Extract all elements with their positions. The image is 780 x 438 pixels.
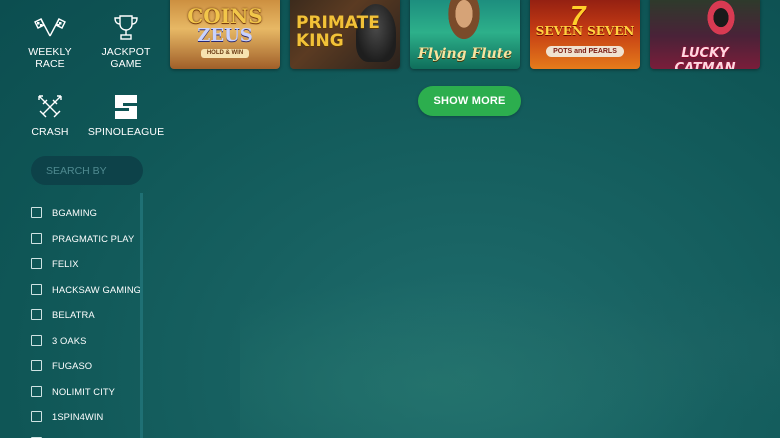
game-tag: POTS and PEARLS [546, 46, 624, 57]
provider-list: BGAMING PRAGMATIC PLAY FELIX HACKSAW GAM… [31, 200, 141, 438]
provider-label: BELATRA [52, 309, 95, 321]
provider-label: 1SPIN4WIN [52, 411, 104, 423]
game-subtitle: ZEUS [197, 25, 253, 46]
provider-search-input[interactable] [31, 156, 143, 185]
checkbox[interactable] [31, 360, 42, 372]
promo-weekly-race[interactable]: WEEKLY RACE [10, 12, 90, 70]
promo-label: SPINOLEAGUE [87, 126, 165, 138]
checkbox[interactable] [31, 334, 42, 346]
cat-artwork [700, 0, 742, 44]
provider-label: BGAMING [52, 207, 97, 219]
promo-label: CRASH [31, 126, 69, 138]
checkbox[interactable] [31, 207, 42, 219]
provider-label: FELIX [52, 258, 79, 270]
provider-label: PRAGMATIC PLAY [52, 232, 135, 244]
checkbox[interactable] [31, 232, 42, 244]
sidebar: WEEKLY RACE JACKPOT GAME CRASH SPINOLEAG… [0, 0, 164, 438]
game-tile-primate-king[interactable]: PRIMATE KING [290, 0, 400, 69]
game-tile-lucky-catman[interactable]: LUCKY CATMAN [650, 0, 760, 69]
provider-item-1spin4win[interactable]: 1SPIN4WIN [31, 404, 141, 430]
provider-item-bgaming[interactable]: BGAMING [31, 200, 141, 226]
provider-label: HACKSAW GAMING [52, 283, 141, 295]
game-tag: HOLD & WIN [201, 49, 249, 58]
game-title: SEVEN SEVEN [535, 24, 635, 38]
checkbox[interactable] [31, 411, 42, 423]
checkbox[interactable] [31, 283, 42, 295]
show-more-button[interactable]: SHOW MORE [418, 86, 521, 116]
checkered-flags-icon [10, 12, 90, 42]
game-title: PRIMATE KING [296, 13, 380, 51]
provider-label: NOLIMIT CITY [52, 385, 116, 397]
promo-label: WEEKLY RACE [28, 46, 72, 70]
provider-item-partial[interactable] [31, 430, 141, 438]
game-tile-coins-of-zeus[interactable]: COINS ZEUS HOLD & WIN [170, 0, 280, 69]
provider-label: 3 OAKS [52, 334, 87, 346]
character-artwork [444, 0, 484, 46]
provider-item-nolimit-city[interactable]: NOLIMIT CITY [31, 379, 141, 405]
provider-item-fugaso[interactable]: FUGASO [31, 353, 141, 379]
promo-jackpot-game[interactable]: JACKPOT GAME [86, 12, 166, 70]
checkbox[interactable] [31, 385, 42, 397]
provider-item-3-oaks[interactable]: 3 OAKS [31, 328, 141, 354]
spinoleague-logo-icon [86, 92, 166, 122]
provider-item-felix[interactable]: FELIX [31, 251, 141, 277]
promo-label: JACKPOT GAME [101, 46, 151, 70]
crossed-swords-icon [10, 92, 90, 122]
checkbox[interactable] [31, 309, 42, 321]
provider-item-pragmatic-play[interactable]: PRAGMATIC PLAY [31, 226, 141, 252]
provider-item-belatra[interactable]: BELATRA [31, 302, 141, 328]
game-title: LUCKY CATMAN [674, 46, 736, 69]
game-tile-seven-seven[interactable]: 7 SEVEN SEVEN POTS and PEARLS [530, 0, 640, 69]
game-title: Flying Flute [417, 46, 513, 62]
provider-item-hacksaw-gaming[interactable]: HACKSAW GAMING [31, 277, 141, 303]
promo-spinoleague[interactable]: SPINOLEAGUE [86, 92, 166, 138]
provider-label: FUGASO [52, 360, 93, 372]
trophy-icon [86, 12, 166, 42]
background-scenery [240, 260, 780, 438]
promo-crash[interactable]: CRASH [10, 92, 90, 138]
game-tile-flying-flute[interactable]: Flying Flute [410, 0, 520, 69]
provider-scrollbar-thumb[interactable] [140, 193, 143, 438]
checkbox[interactable] [31, 258, 42, 270]
